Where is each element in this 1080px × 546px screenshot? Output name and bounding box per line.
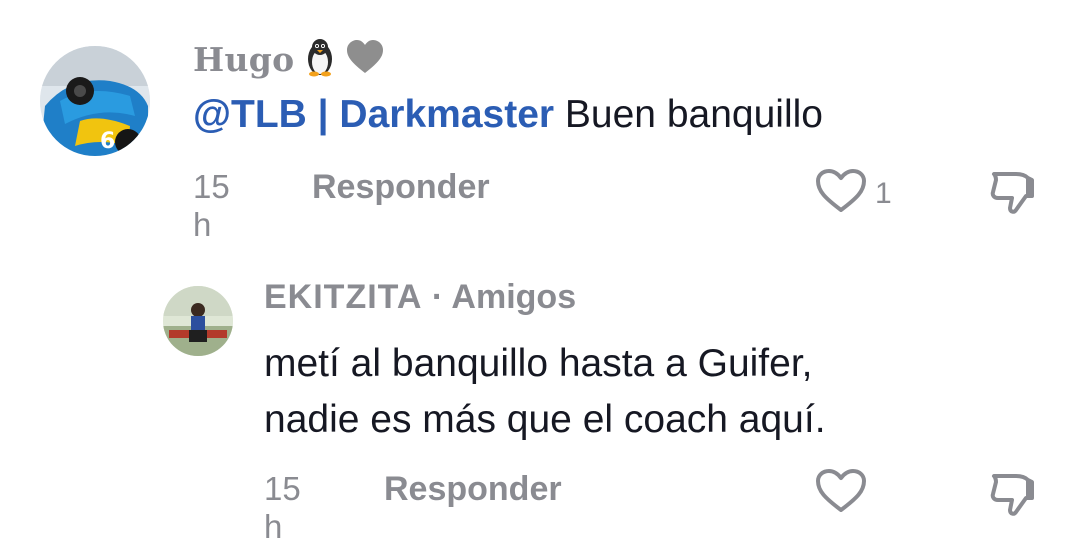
comment-line: metí al banquillo hasta a Guifer, [264,342,813,385]
avatar[interactable] [163,286,233,356]
timestamp: 15 h [264,470,301,545]
avatar-image [163,286,233,356]
reply-button[interactable]: Responder [384,470,562,509]
username[interactable]: EKITZITA [264,278,422,316]
grey-heart-icon [346,39,384,79]
reply-button[interactable]: Responder [312,168,490,207]
comment-text: @TLB | Darkmaster Buen banquillo [193,92,823,138]
like-button[interactable] [815,468,867,519]
avatar-image: 6 [40,46,150,156]
avatar[interactable]: 6 [40,46,150,156]
comment-body: Buen banquillo [564,93,823,136]
comment-text: metí al banquillo hasta a Guifer, nadie … [264,336,984,448]
heart-outline-icon [815,468,867,519]
dislike-button[interactable] [986,166,1040,221]
svg-text:6: 6 [100,129,115,154]
friends-badge: · Amigos [431,278,577,316]
like-button[interactable]: 1 [815,168,892,219]
username-row: EKITZITA · Amigos [264,278,576,317]
dislike-button[interactable] [986,468,1040,523]
username[interactable]: Hugo [193,40,294,79]
comment-line: nadie es más que el coach aquí. [264,398,826,441]
penguin-icon [304,37,336,82]
timestamp: 15 h [193,168,230,243]
mention-link[interactable]: @TLB | Darkmaster [193,93,554,136]
username-row: Hugo [193,34,384,84]
like-count: 1 [875,176,892,210]
thumbs-down-icon [986,468,1040,523]
heart-outline-icon [815,168,867,219]
thumbs-down-icon [986,166,1040,221]
